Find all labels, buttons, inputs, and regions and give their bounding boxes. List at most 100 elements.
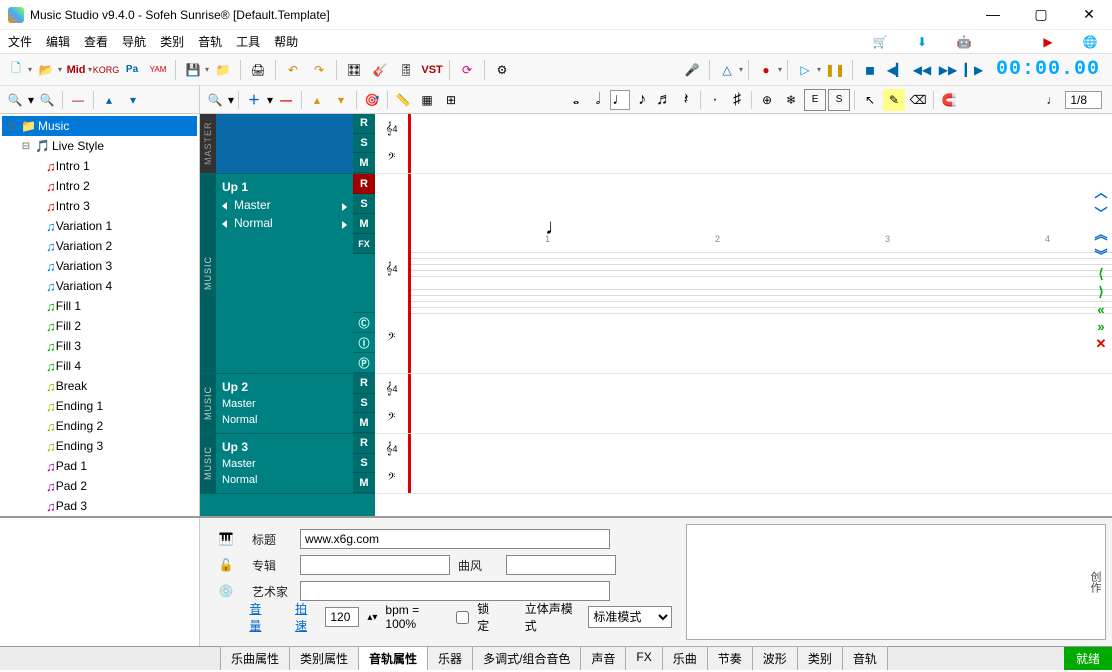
guitar-button[interactable]: 🎸: [368, 58, 392, 82]
tab-0[interactable]: 乐曲属性: [220, 646, 290, 670]
apple-icon[interactable]: [997, 33, 1015, 51]
genre-input[interactable]: [506, 555, 616, 575]
up1-s[interactable]: S: [353, 194, 375, 214]
print-button[interactable]: 🖨: [246, 58, 270, 82]
chord-button[interactable]: ⊕: [756, 89, 778, 111]
down-button[interactable]: ▾: [122, 89, 144, 111]
tab-7[interactable]: 乐曲: [662, 646, 708, 670]
scroll-indicators[interactable]: ︿ ﹀ ︽ ︾ ⟨ ⟩ « » ✕: [1092, 182, 1110, 352]
device-button[interactable]: 🎛: [342, 58, 366, 82]
sharp-button[interactable]: ♯: [727, 90, 747, 110]
lock-icon[interactable]: 🔓: [208, 552, 244, 578]
volume-link[interactable]: 音量: [249, 600, 271, 634]
tree-item[interactable]: ♫ Variation 2: [2, 236, 197, 256]
master-m[interactable]: M: [353, 153, 375, 173]
menu-file[interactable]: 文件: [8, 33, 32, 50]
s-button[interactable]: S: [828, 89, 850, 111]
undo-button[interactable]: ↶: [281, 58, 305, 82]
up2-r[interactable]: R: [353, 374, 375, 394]
disc-icon[interactable]: 💿: [208, 578, 244, 604]
menu-category[interactable]: 类别: [160, 33, 184, 50]
tab-10[interactable]: 类别: [797, 646, 843, 670]
tree-item[interactable]: ♫ Variation 4: [2, 276, 197, 296]
pencil-button[interactable]: ✎: [883, 89, 905, 111]
pause-button[interactable]: ❚❚: [823, 58, 847, 82]
save-button[interactable]: 💾: [181, 58, 205, 82]
menu-help[interactable]: 帮助: [274, 33, 298, 50]
up3-s[interactable]: S: [353, 454, 375, 474]
grid-button[interactable]: ▦: [416, 89, 438, 111]
tree-item[interactable]: ♫ Fill 3: [2, 336, 197, 356]
master-s[interactable]: S: [353, 134, 375, 154]
menu-view[interactable]: 查看: [84, 33, 108, 50]
up-button[interactable]: ▴: [98, 89, 120, 111]
saveall-button[interactable]: 📁: [211, 58, 235, 82]
tree-item[interactable]: ♫ Fill 1: [2, 296, 197, 316]
tree-item[interactable]: ♫ Variation 3: [2, 256, 197, 276]
pa-button[interactable]: Pa: [120, 58, 144, 82]
stop-button[interactable]: ◼: [858, 58, 882, 82]
dot-button[interactable]: ·: [705, 90, 725, 110]
tree-item[interactable]: ♫ Fill 2: [2, 316, 197, 336]
refresh-button[interactable]: ⟳: [455, 58, 479, 82]
tab-4[interactable]: 多调式/组合音色: [472, 646, 581, 670]
tree-item[interactable]: ♫ Ending 3: [2, 436, 197, 456]
android-icon[interactable]: 🤖: [955, 33, 973, 51]
forward-button[interactable]: ▶▶: [936, 58, 960, 82]
collapse-button[interactable]: —: [67, 89, 89, 111]
lock-checkbox[interactable]: [456, 611, 469, 624]
note-sixteenth[interactable]: ♬: [654, 90, 674, 110]
tree-item[interactable]: ♫ Intro 1: [2, 156, 197, 176]
menu-edit[interactable]: 编辑: [46, 33, 70, 50]
download-icon[interactable]: ⬇: [913, 33, 931, 51]
album-input[interactable]: [300, 555, 450, 575]
tree-item[interactable]: ♫ Pad 2: [2, 476, 197, 496]
vst-button[interactable]: VST: [420, 58, 444, 82]
up1-p[interactable]: Ⓟ: [353, 353, 375, 373]
eraser-button[interactable]: ⌫: [907, 89, 929, 111]
tree-panel[interactable]: ⊟📁Music ⊟🎵Live Style ♫ Intro 1♫ Intro 2♫…: [0, 114, 200, 516]
title-input[interactable]: [300, 529, 610, 549]
track-up3[interactable]: Up 3 Master Normal: [216, 434, 353, 493]
menu-nav[interactable]: 导航: [122, 33, 146, 50]
mid-button[interactable]: Mid: [64, 58, 88, 82]
redo-button[interactable]: ↷: [307, 58, 331, 82]
record-button[interactable]: ●: [754, 58, 778, 82]
track-down-button[interactable]: ▾: [330, 89, 352, 111]
maximize-button[interactable]: ▢: [1026, 6, 1056, 23]
add-button[interactable]: ＋: [243, 89, 265, 111]
tempo-input[interactable]: [325, 607, 359, 627]
pointer-button[interactable]: ↖: [859, 89, 881, 111]
rewind-button[interactable]: ◀◀: [910, 58, 934, 82]
note-value-combo[interactable]: 1/8: [1065, 91, 1102, 109]
tab-2[interactable]: 音轨属性: [358, 646, 428, 670]
remove-button[interactable]: —: [275, 89, 297, 111]
korg-button[interactable]: KORG: [94, 58, 118, 82]
up2-m[interactable]: M: [353, 413, 375, 433]
up1-m[interactable]: M: [353, 214, 375, 234]
zoom-in-button[interactable]: 🔍: [4, 89, 26, 111]
play-button[interactable]: ▷: [793, 58, 817, 82]
skip-end-button[interactable]: ▎▶: [962, 58, 986, 82]
track-up-button[interactable]: ▴: [306, 89, 328, 111]
snow-button[interactable]: ❄: [780, 89, 802, 111]
master-r[interactable]: R: [353, 114, 375, 134]
note-eighth[interactable]: ♪: [632, 90, 652, 110]
tab-11[interactable]: 音轨: [842, 646, 888, 670]
artist-input[interactable]: [300, 581, 610, 601]
settings-button[interactable]: ⚙: [490, 58, 514, 82]
stereo-select[interactable]: 标准模式: [588, 606, 672, 628]
tree-item[interactable]: ♫ Break: [2, 376, 197, 396]
ruler-button[interactable]: 📏: [392, 89, 414, 111]
menu-track[interactable]: 音轨: [198, 33, 222, 50]
yamaha-button[interactable]: YAM: [146, 58, 170, 82]
e-button[interactable]: E: [804, 89, 826, 111]
up1-i[interactable]: Ⓘ: [353, 333, 375, 353]
globe-icon[interactable]: 🌐: [1081, 33, 1099, 51]
up2-s[interactable]: S: [353, 394, 375, 414]
tree-root[interactable]: ⊟📁Music: [2, 116, 197, 136]
staff-area[interactable]: 𝄞4𝄢 𝄞4𝄢 ♩ 1 2 3 4: [375, 114, 1112, 516]
tree-item[interactable]: ♫ Intro 3: [2, 196, 197, 216]
metronome-button[interactable]: △: [715, 58, 739, 82]
magnet-button[interactable]: 🧲: [938, 89, 960, 111]
